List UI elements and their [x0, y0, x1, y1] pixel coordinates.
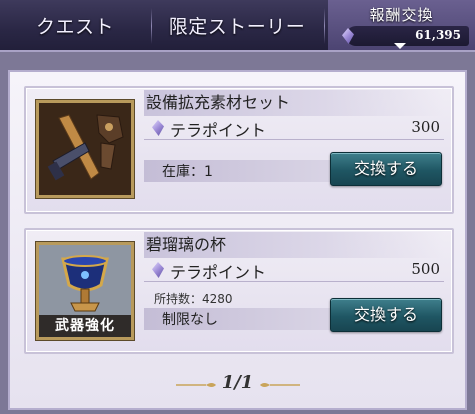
cost-row: テラポイント 500 — [144, 258, 444, 282]
exchange-item-card: 武器強化 碧瑠璃の杯 テラポイント 500 所持数：4280 制限なし 交換する — [24, 228, 454, 354]
chevron-down-icon — [394, 43, 406, 49]
tab-quest[interactable]: クエスト — [0, 0, 150, 50]
cost-label: テラポイント — [170, 121, 267, 140]
cost-label: テラポイント — [170, 263, 267, 282]
pagination: 1/1 — [10, 372, 465, 396]
cost-row: テラポイント 300 — [144, 116, 444, 140]
exchange-list-panel: 設備拡充素材セット テラポイント 300 在庫：1 交換する 武器強化 碧瑠璃の… — [8, 70, 467, 410]
point-balance-box: 61,395 — [346, 26, 469, 46]
cost-value: 300 — [411, 118, 440, 136]
item-thumbnail — [36, 100, 134, 198]
exchange-item-card: 設備拡充素材セット テラポイント 300 在庫：1 交換する — [24, 86, 454, 214]
page-indicator: 1/1 — [221, 372, 254, 393]
cost-value: 500 — [411, 260, 440, 278]
owned-count: 所持数：4280 — [154, 292, 233, 306]
weapon-set-icon — [39, 103, 131, 195]
limit-text: 制限なし — [162, 312, 218, 328]
tab-reward-title: 報酬交換 — [369, 6, 434, 24]
crystal-icon — [152, 262, 164, 278]
item-thumbnail: 武器強化 — [36, 242, 134, 340]
ornament-left-icon — [176, 383, 216, 387]
tab-reward-exchange[interactable]: 報酬交換 61,395 — [328, 0, 475, 50]
item-name: 碧瑠璃の杯 — [144, 232, 444, 258]
exchange-button[interactable]: 交換する — [330, 152, 442, 186]
exchange-button[interactable]: 交換する — [330, 298, 442, 332]
tab-bar: クエスト 限定ストーリー 報酬交換 61,395 — [0, 0, 475, 52]
stock-text: 在庫：1 — [162, 164, 213, 180]
crystal-icon — [152, 120, 164, 136]
tab-limited-story[interactable]: 限定ストーリー — [152, 0, 322, 50]
point-balance-value: 61,395 — [415, 28, 461, 42]
item-name: 設備拡充素材セット — [144, 90, 444, 116]
ornament-right-icon — [260, 383, 300, 387]
tab-divider — [324, 8, 325, 44]
item-category-badge: 武器強化 — [39, 315, 131, 337]
